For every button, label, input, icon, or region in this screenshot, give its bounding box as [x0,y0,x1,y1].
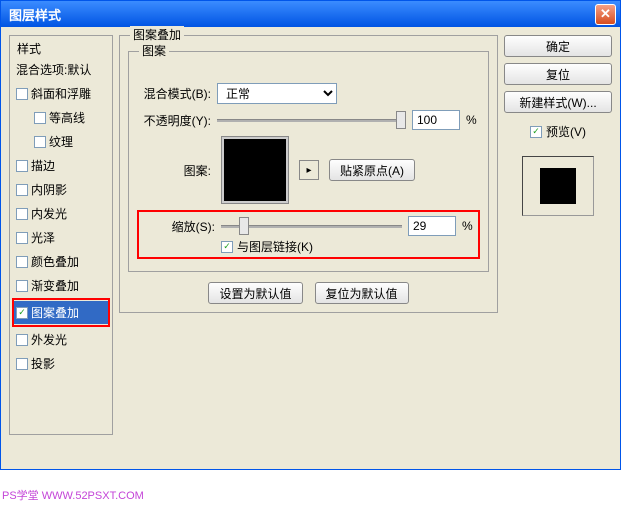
style-label-9: 图案叠加 [31,304,79,321]
opacity-unit: % [466,113,480,127]
pattern-inner-label: 图案 [139,42,169,59]
preview-label: 预览(V) [546,123,586,140]
style-label-1: 等高线 [49,109,85,126]
style-item-1[interactable]: 等高线 [14,106,108,129]
style-label-6: 光泽 [31,229,55,246]
new-pattern-button[interactable]: ▸ [299,160,319,180]
style-item-2[interactable]: 纹理 [14,130,108,153]
opacity-input[interactable] [412,110,460,130]
reset-default-button[interactable]: 复位为默认值 [315,282,409,304]
styles-group-label: 样式 [14,40,44,57]
style-checkbox-10[interactable] [16,334,28,346]
opacity-label: 不透明度(Y): [137,112,211,129]
scale-unit: % [462,219,476,233]
preview-checkbox[interactable]: ✓ [530,126,542,138]
window-title: 图层样式 [5,5,595,24]
style-item-8[interactable]: 渐变叠加 [14,274,108,297]
scale-highlight: 缩放(S): % ✓ 与图层链接(K) [137,210,480,259]
scale-input[interactable] [408,216,456,236]
style-checkbox-2[interactable] [34,136,46,148]
pattern-swatch[interactable] [221,136,289,204]
close-button[interactable]: ✕ [595,4,616,25]
style-item-0[interactable]: 斜面和浮雕 [14,82,108,105]
titlebar: 图层样式 ✕ [1,1,620,27]
style-checkbox-0[interactable] [16,88,28,100]
preview-swatch [540,168,576,204]
blend-options-item[interactable]: 混合选项:默认 [14,58,108,81]
style-item-3[interactable]: 描边 [14,154,108,177]
style-checkbox-7[interactable] [16,256,28,268]
scale-label: 缩放(S): [141,218,215,235]
new-style-button[interactable]: 新建样式(W)... [504,91,612,113]
pattern-label: 图案: [137,162,211,179]
style-item-6[interactable]: 光泽 [14,226,108,249]
watermark: PS学堂 WWW.52PSXT.COM [2,487,144,503]
style-checkbox-9[interactable]: ✓ [16,307,28,319]
opacity-slider[interactable] [217,111,406,129]
style-checkbox-4[interactable] [16,184,28,196]
style-item-10[interactable]: 外发光 [14,328,108,351]
style-checkbox-1[interactable] [34,112,46,124]
style-checkbox-11[interactable] [16,358,28,370]
link-label: 与图层链接(K) [237,238,313,255]
style-label-11: 投影 [31,355,55,372]
style-label-4: 内阴影 [31,181,67,198]
ok-button[interactable]: 确定 [504,35,612,57]
cancel-button[interactable]: 复位 [504,63,612,85]
styles-group: 样式 混合选项:默认斜面和浮雕等高线纹理描边内阴影内发光光泽颜色叠加渐变叠加 ✓图… [9,35,113,435]
style-label-0: 斜面和浮雕 [31,85,91,102]
style-item-5[interactable]: 内发光 [14,202,108,225]
style-label-5: 内发光 [31,205,67,222]
style-checkbox-3[interactable] [16,160,28,172]
scale-slider[interactable] [221,217,402,235]
preview-box [522,156,594,216]
style-checkbox-6[interactable] [16,232,28,244]
style-label-8: 渐变叠加 [31,277,79,294]
style-label-7: 颜色叠加 [31,253,79,270]
style-item-4[interactable]: 内阴影 [14,178,108,201]
pattern-overlay-label: 图案叠加 [130,26,184,43]
blend-mode-select[interactable]: 正常 [217,83,337,104]
style-label-10: 外发光 [31,331,67,348]
style-checkbox-8[interactable] [16,280,28,292]
style-label-2: 纹理 [49,133,73,150]
style-item-7[interactable]: 颜色叠加 [14,250,108,273]
link-checkbox[interactable]: ✓ [221,241,233,253]
pattern-inner-group: 图案 混合模式(B): 正常 不透明度(Y): [128,51,489,272]
pattern-overlay-group: 图案叠加 图案 混合模式(B): 正常 不透明度(Y): [119,35,498,313]
blend-mode-label: 混合模式(B): [137,85,211,102]
style-label-3: 描边 [31,157,55,174]
style-item-11[interactable]: 投影 [14,352,108,375]
style-checkbox-5[interactable] [16,208,28,220]
style-item-9[interactable]: ✓图案叠加 [14,301,108,324]
snap-origin-button[interactable]: 贴紧原点(A) [329,159,415,181]
set-default-button[interactable]: 设置为默认值 [208,282,302,304]
